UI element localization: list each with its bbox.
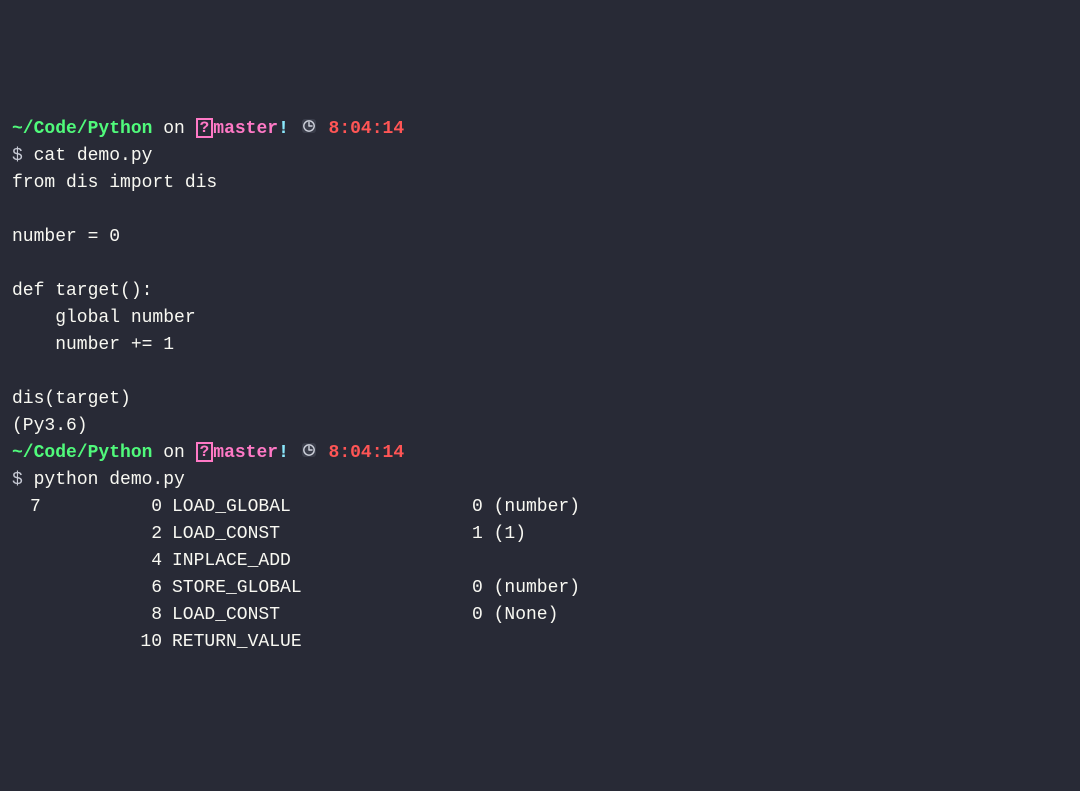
dis-arg: 1 (1) [472,521,962,548]
source-line: number += 1 [12,332,1068,359]
branch-status-icon: ? [196,442,214,462]
prompt-dollar: $ [12,470,34,490]
source-line: (Py3.6) [12,413,1068,440]
dis-lineno [12,629,72,656]
source-line: from dis import dis [12,170,1068,197]
source-line: dis(target) [12,386,1068,413]
dis-offset: 10 [72,629,172,656]
branch-name: master [213,443,278,463]
dis-row: 8LOAD_CONST0 (None) [12,602,1068,629]
clock-icon [300,117,318,135]
dis-output: 70LOAD_GLOBAL0 (number)2LOAD_CONST1 (1)4… [12,494,1068,656]
prompt-on-text: on [152,119,195,139]
dis-row: 2LOAD_CONST1 (1) [12,521,1068,548]
command-text[interactable]: cat demo.py [34,146,153,166]
dis-arg: 0 (number) [472,494,962,521]
source-line: global number [12,305,1068,332]
prompt-line-1: ~/Code/Python on ?master! 8:04:14 [12,119,404,139]
dis-opname: LOAD_CONST [172,602,472,629]
source-line: def target(): [12,278,1068,305]
dirty-bang: ! [278,119,289,139]
dis-offset: 8 [72,602,172,629]
dis-row: 70LOAD_GLOBAL0 (number) [12,494,1068,521]
dis-offset: 4 [72,548,172,575]
dis-offset: 0 [72,494,172,521]
terminal-output: ~/Code/Python on ?master! 8:04:14 $ cat … [12,116,1068,656]
file-contents: from dis import dis number = 0 def targe… [12,170,1068,440]
dis-row: 4INPLACE_ADD [12,548,1068,575]
dis-arg [472,548,962,575]
source-line [12,251,1068,278]
dis-row: 10RETURN_VALUE [12,629,1068,656]
dis-opname: LOAD_CONST [172,521,472,548]
command-text[interactable]: python demo.py [34,470,185,490]
prompt-time: 8:04:14 [329,443,405,463]
dis-arg [472,629,962,656]
source-line [12,197,1068,224]
source-line [12,359,1068,386]
command-line-1: $ cat demo.py [12,146,152,166]
prompt-on-text: on [152,443,195,463]
prompt-line-2: ~/Code/Python on ?master! 8:04:14 [12,443,404,463]
source-line: number = 0 [12,224,1068,251]
dis-opname: INPLACE_ADD [172,548,472,575]
dis-lineno [12,548,72,575]
branch-status-icon: ? [196,118,214,138]
clock-icon [300,441,318,459]
dis-lineno [12,521,72,548]
dis-lineno [12,602,72,629]
prompt-time: 8:04:14 [329,119,405,139]
dis-opname: RETURN_VALUE [172,629,472,656]
command-line-2: $ python demo.py [12,470,185,490]
dis-offset: 2 [72,521,172,548]
prompt-path: ~/Code/Python [12,119,152,139]
dis-opname: LOAD_GLOBAL [172,494,472,521]
dis-lineno: 7 [12,494,72,521]
dis-arg: 0 (None) [472,602,962,629]
prompt-path: ~/Code/Python [12,443,152,463]
branch-name: master [213,119,278,139]
prompt-dollar: $ [12,146,34,166]
dirty-bang: ! [278,443,289,463]
